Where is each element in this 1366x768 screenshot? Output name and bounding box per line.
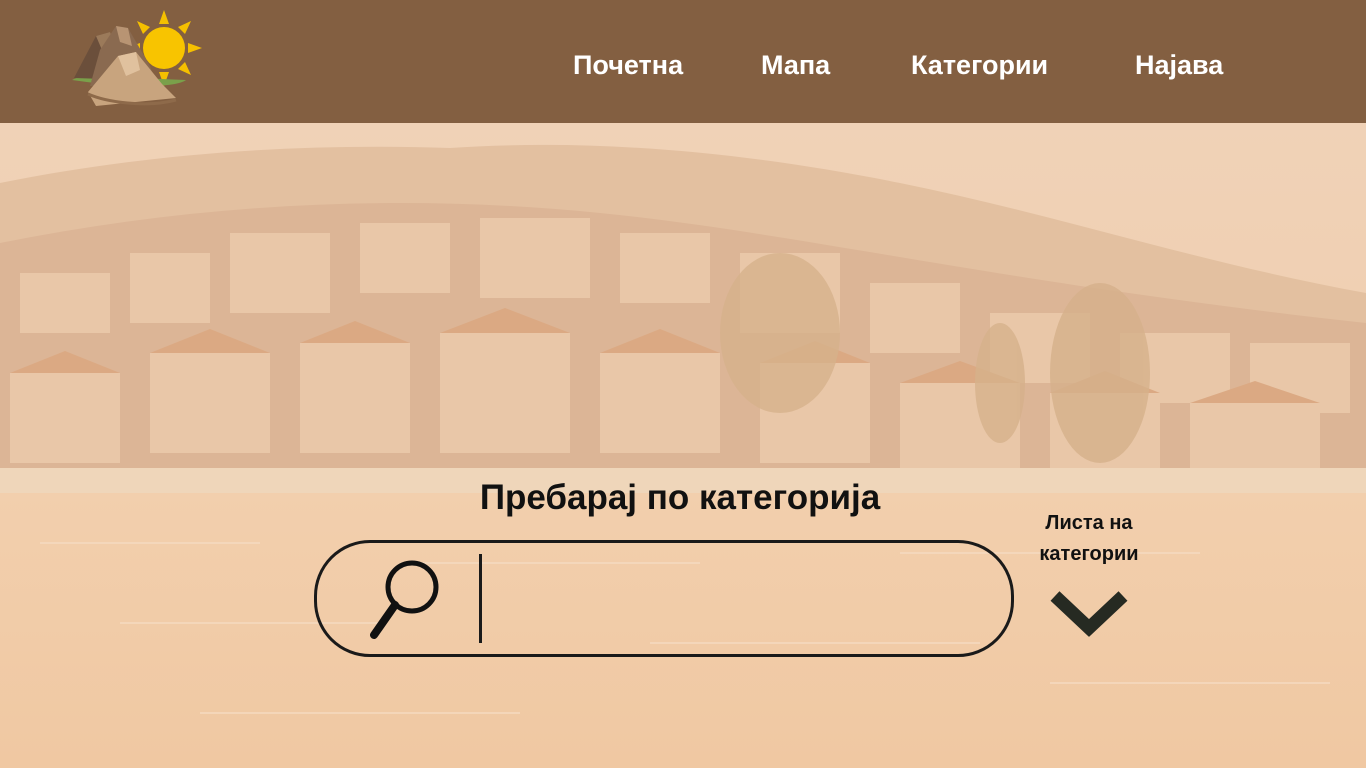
nav-link-home[interactable]: Почетна bbox=[573, 48, 683, 82]
category-list-label: Листа на категории bbox=[1039, 512, 1139, 565]
nav-link-map[interactable]: Мапа bbox=[761, 48, 830, 82]
nav-link-categories[interactable]: Категории bbox=[911, 48, 1048, 82]
ohrid-lakeside-town-photo bbox=[0, 123, 1366, 768]
nav-link-login[interactable]: Најава bbox=[1135, 48, 1223, 82]
hero-section bbox=[0, 123, 1366, 768]
search-divider bbox=[479, 554, 482, 643]
category-list-toggle[interactable]: Листа на категории bbox=[1026, 508, 1152, 640]
search-bar[interactable] bbox=[314, 540, 1014, 657]
mountains-sun-logo-icon[interactable] bbox=[66, 6, 206, 112]
search-title: Пребарај по категорија bbox=[479, 478, 881, 517]
search-input[interactable] bbox=[497, 563, 971, 635]
search-icon[interactable] bbox=[367, 555, 447, 645]
chevron-down-icon[interactable] bbox=[1049, 588, 1129, 640]
site-header: Почетна Мапа Категории Најава bbox=[0, 0, 1366, 123]
